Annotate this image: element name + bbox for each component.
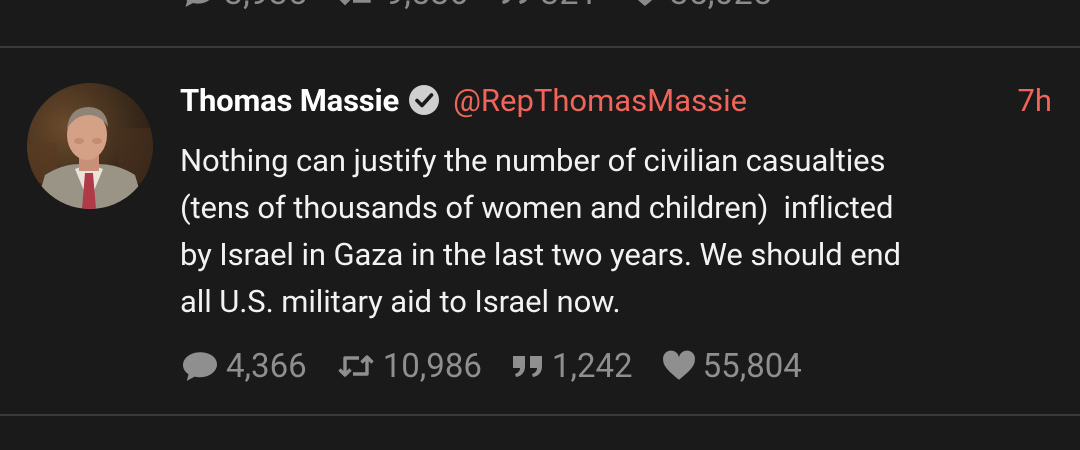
previous-tweet: 3,935 9,586 321 35,025 <box>0 0 1080 46</box>
tweet-text: Nothing can justify the number of civili… <box>180 142 901 320</box>
like-count: 55,804 <box>702 346 802 386</box>
prev-retweet-button[interactable]: 9,586 <box>337 0 468 13</box>
prev-reply-count: 3,935 <box>224 0 307 13</box>
prev-quote-count: 321 <box>540 0 597 13</box>
prev-reply-button[interactable]: 3,935 <box>180 0 307 13</box>
prev-retweet-count: 9,586 <box>385 0 468 13</box>
prev-like-button[interactable]: 35,025 <box>628 0 772 13</box>
profile-photo <box>27 83 153 209</box>
retweet-button[interactable]: 10,986 <box>335 347 482 386</box>
heart-icon <box>661 350 697 382</box>
previous-tweet-actions: 3,935 9,586 321 35,025 <box>180 0 802 13</box>
divider <box>0 414 1080 416</box>
quote-button[interactable]: 1,242 <box>510 347 633 386</box>
verified-check-icon <box>407 83 441 117</box>
prev-like-count: 35,025 <box>670 0 772 13</box>
tweet-header: Thomas Massie @RepThomasMassie 7h <box>180 80 1052 120</box>
quote-marks-icon <box>502 0 528 4</box>
quote-count: 1,242 <box>551 346 633 386</box>
retweet-arrows-icon <box>335 351 377 381</box>
heart-icon <box>637 0 652 6</box>
divider <box>0 46 1080 48</box>
avatar[interactable] <box>27 83 153 209</box>
retweet-count: 10,986 <box>382 346 482 386</box>
speech-bubble-icon <box>180 349 220 383</box>
speech-bubble-icon <box>185 0 210 7</box>
quote-marks-icon <box>510 352 546 380</box>
tweet-timestamp[interactable]: 7h <box>1018 82 1053 119</box>
tweet-actions: 4,366 10,986 1,242 55,804 <box>180 346 830 386</box>
like-button[interactable]: 55,804 <box>661 347 802 386</box>
reply-count: 4,366 <box>226 346 307 386</box>
reply-button[interactable]: 4,366 <box>180 347 307 386</box>
retweet-arrows-icon <box>339 0 371 6</box>
author-name[interactable]: Thomas Massie <box>180 82 399 119</box>
author-handle[interactable]: @RepThomasMassie <box>453 82 747 119</box>
prev-quote-button[interactable]: 321 <box>498 0 598 13</box>
